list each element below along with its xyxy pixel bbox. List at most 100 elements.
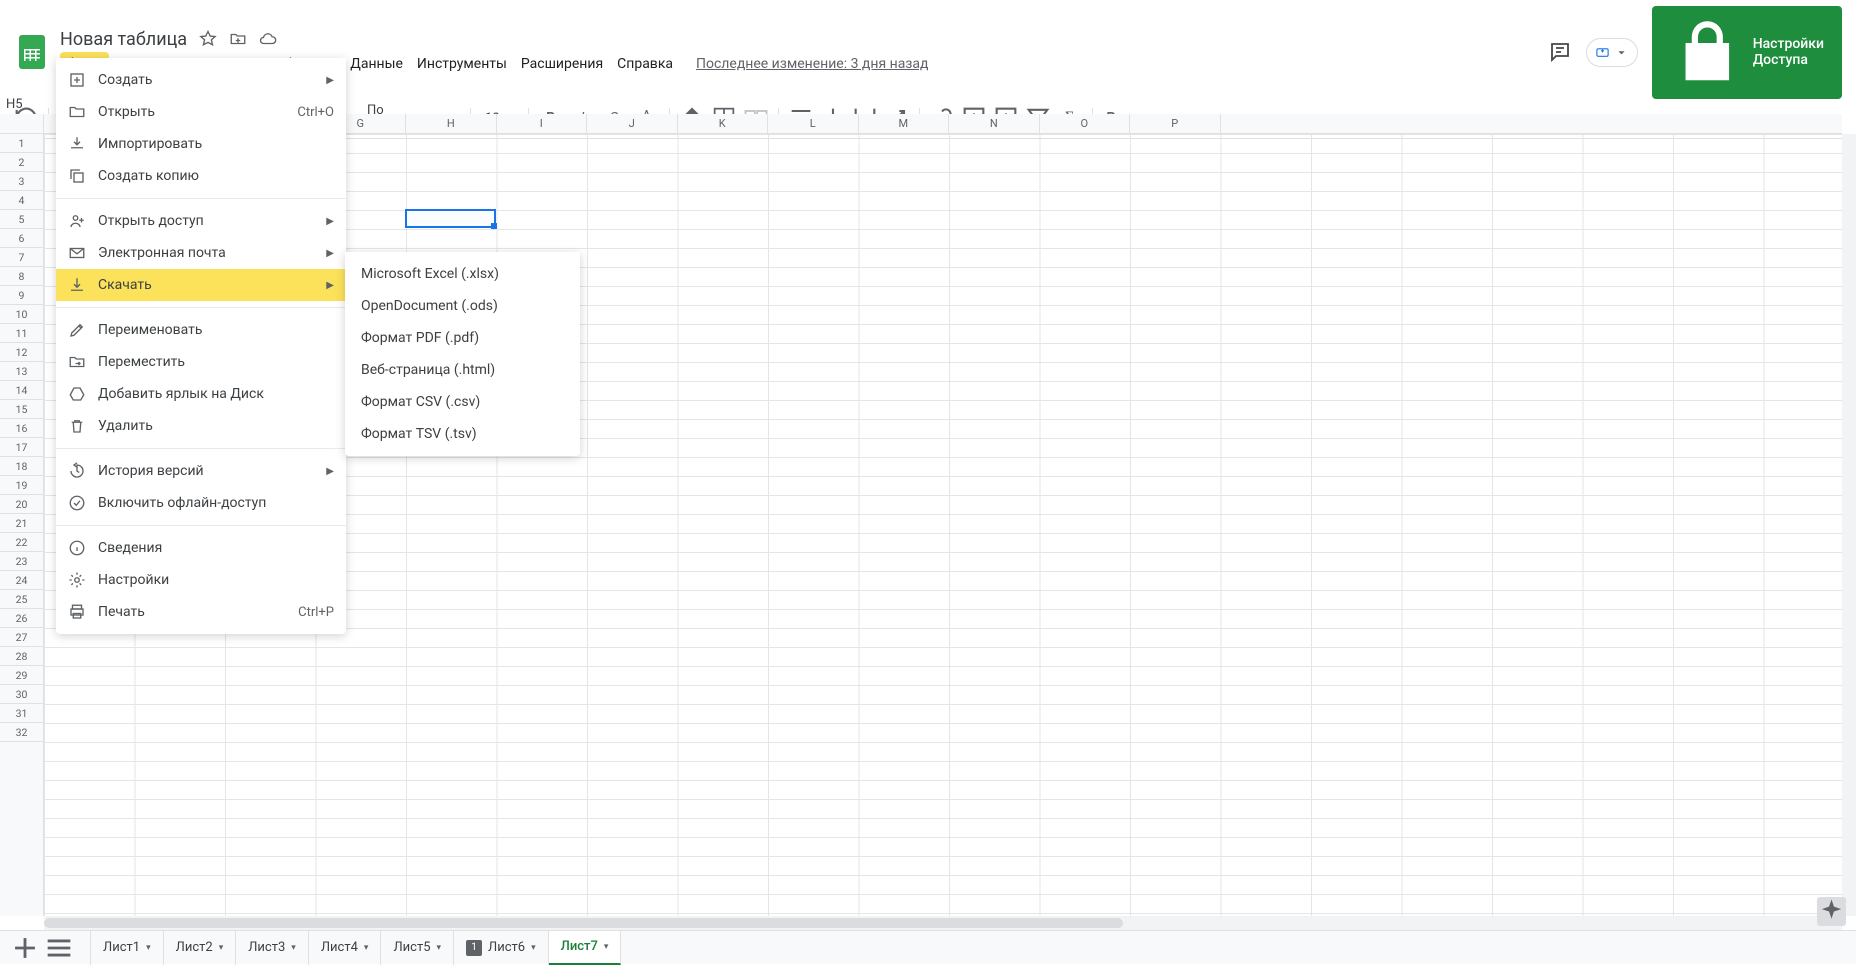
select-all-corner[interactable]: [0, 114, 44, 134]
row-header[interactable]: 17: [0, 438, 43, 457]
row-header[interactable]: 26: [0, 609, 43, 628]
selected-cell[interactable]: [405, 209, 496, 228]
row-header[interactable]: 9: [0, 286, 43, 305]
row-header[interactable]: 4: [0, 191, 43, 210]
row-header[interactable]: 28: [0, 647, 43, 666]
sheet-tab-caret-icon[interactable]: ▾: [437, 943, 442, 953]
file-menu-item[interactable]: Включить офлайн-доступ: [56, 487, 346, 519]
sheet-tab-caret-icon[interactable]: ▾: [531, 943, 536, 953]
sheet-tab-caret-icon[interactable]: ▾: [219, 943, 224, 953]
share-button[interactable]: Настройки Доступа: [1652, 6, 1842, 99]
row-header[interactable]: 19: [0, 476, 43, 495]
row-header[interactable]: 7: [0, 248, 43, 267]
row-header[interactable]: 24: [0, 571, 43, 590]
column-header[interactable]: M: [859, 114, 950, 133]
row-header[interactable]: 20: [0, 495, 43, 514]
file-menu-item[interactable]: Переместить: [56, 346, 346, 378]
column-header[interactable]: H: [406, 114, 497, 133]
sheet-tab[interactable]: Лист2▾: [164, 931, 237, 965]
sheet-tab-caret-icon[interactable]: ▾: [604, 942, 609, 952]
all-sheets-button[interactable]: [42, 931, 76, 965]
present-button[interactable]: [1586, 38, 1638, 67]
file-menu-item[interactable]: Импортировать: [56, 128, 346, 160]
sheet-tab[interactable]: Лист4▾: [309, 931, 382, 965]
sheet-tab[interactable]: Лист5▾: [381, 931, 454, 965]
sheet-tab-caret-icon[interactable]: ▾: [291, 943, 296, 953]
row-header[interactable]: 13: [0, 362, 43, 381]
file-menu-item[interactable]: Электронная почта▶: [56, 237, 346, 269]
file-menu-item[interactable]: Открыть доступ▶: [56, 205, 346, 237]
download-submenu-item[interactable]: Веб-страница (.html): [345, 354, 580, 386]
fill-handle[interactable]: [491, 223, 497, 229]
row-header[interactable]: 8: [0, 267, 43, 286]
row-header[interactable]: 32: [0, 723, 43, 742]
sheet-tab-caret-icon[interactable]: ▾: [364, 943, 369, 953]
doc-title[interactable]: Новая таблица: [60, 29, 187, 50]
file-menu-item[interactable]: Скачать▶: [56, 269, 346, 301]
row-header[interactable]: 6: [0, 229, 43, 248]
row-header[interactable]: 11: [0, 324, 43, 343]
column-header[interactable]: I: [497, 114, 588, 133]
file-menu-item[interactable]: Сведения: [56, 532, 346, 564]
star-icon[interactable]: [199, 30, 217, 48]
column-header[interactable]: P: [1130, 114, 1221, 133]
name-box[interactable]: H5: [2, 94, 40, 114]
row-header[interactable]: 18: [0, 457, 43, 476]
file-menu-item[interactable]: История версий▶: [56, 455, 346, 487]
add-sheet-button[interactable]: [8, 931, 42, 965]
download-submenu-item[interactable]: OpenDocument (.ods): [345, 290, 580, 322]
menu-help[interactable]: Справка: [610, 52, 680, 76]
download-submenu-item[interactable]: Формат CSV (.csv): [345, 386, 580, 418]
file-menu-item[interactable]: Создать▶: [56, 64, 346, 96]
menu-data[interactable]: Данные: [343, 52, 410, 76]
sheet-tab[interactable]: Лист1▾: [90, 931, 164, 965]
column-header[interactable]: O: [1040, 114, 1131, 133]
row-header[interactable]: 15: [0, 400, 43, 419]
row-header[interactable]: 10: [0, 305, 43, 324]
row-header[interactable]: 14: [0, 381, 43, 400]
file-menu-item[interactable]: Создать копию: [56, 160, 346, 192]
row-header[interactable]: 2: [0, 153, 43, 172]
sheets-logo[interactable]: [14, 34, 50, 70]
download-submenu-item[interactable]: Формат TSV (.tsv): [345, 418, 580, 450]
explore-button[interactable]: [1817, 897, 1846, 926]
cloud-status-icon[interactable]: [259, 30, 277, 48]
file-menu-item[interactable]: ОткрытьCtrl+O: [56, 96, 346, 128]
row-header[interactable]: 3: [0, 172, 43, 191]
menu-tools[interactable]: Инструменты: [410, 52, 514, 76]
column-header[interactable]: J: [587, 114, 678, 133]
column-header[interactable]: L: [768, 114, 859, 133]
row-header[interactable]: 27: [0, 628, 43, 647]
row-header[interactable]: 21: [0, 514, 43, 533]
row-header[interactable]: 22: [0, 533, 43, 552]
row-header[interactable]: 12: [0, 343, 43, 362]
file-menu-item[interactable]: ПечатьCtrl+P: [56, 596, 346, 628]
row-header[interactable]: 31: [0, 704, 43, 723]
column-header[interactable]: K: [678, 114, 769, 133]
file-menu-item[interactable]: Переименовать: [56, 314, 346, 346]
download-submenu-item[interactable]: Microsoft Excel (.xlsx): [345, 258, 580, 290]
comments-icon[interactable]: [1548, 40, 1572, 64]
menu-extensions[interactable]: Расширения: [514, 52, 610, 76]
sheet-tab[interactable]: Лист7▾: [549, 931, 622, 965]
row-header[interactable]: 30: [0, 685, 43, 704]
sheet-tab-caret-icon[interactable]: ▾: [146, 943, 151, 953]
row-header[interactable]: 16: [0, 419, 43, 438]
row-header[interactable]: 23: [0, 552, 43, 571]
vertical-scrollbar[interactable]: [1842, 134, 1856, 916]
column-header[interactable]: N: [949, 114, 1040, 133]
row-header[interactable]: 5: [0, 210, 43, 229]
sheet-tab[interactable]: 1Лист6▾: [454, 931, 549, 965]
row-header[interactable]: 29: [0, 666, 43, 685]
file-menu-item[interactable]: Удалить: [56, 410, 346, 442]
download-submenu-item[interactable]: Формат PDF (.pdf): [345, 322, 580, 354]
horizontal-scrollbar[interactable]: [44, 916, 1842, 930]
row-header[interactable]: 25: [0, 590, 43, 609]
sheet-tab[interactable]: Лист3▾: [236, 931, 309, 965]
last-edit-link[interactable]: Последнее изменение: 3 дня назад: [696, 56, 928, 72]
file-menu-item[interactable]: Настройки: [56, 564, 346, 596]
row-header[interactable]: 1: [0, 134, 43, 153]
horizontal-scrollbar-thumb[interactable]: [44, 918, 1123, 928]
move-icon[interactable]: [229, 30, 247, 48]
file-menu-item[interactable]: Добавить ярлык на Диск: [56, 378, 346, 410]
